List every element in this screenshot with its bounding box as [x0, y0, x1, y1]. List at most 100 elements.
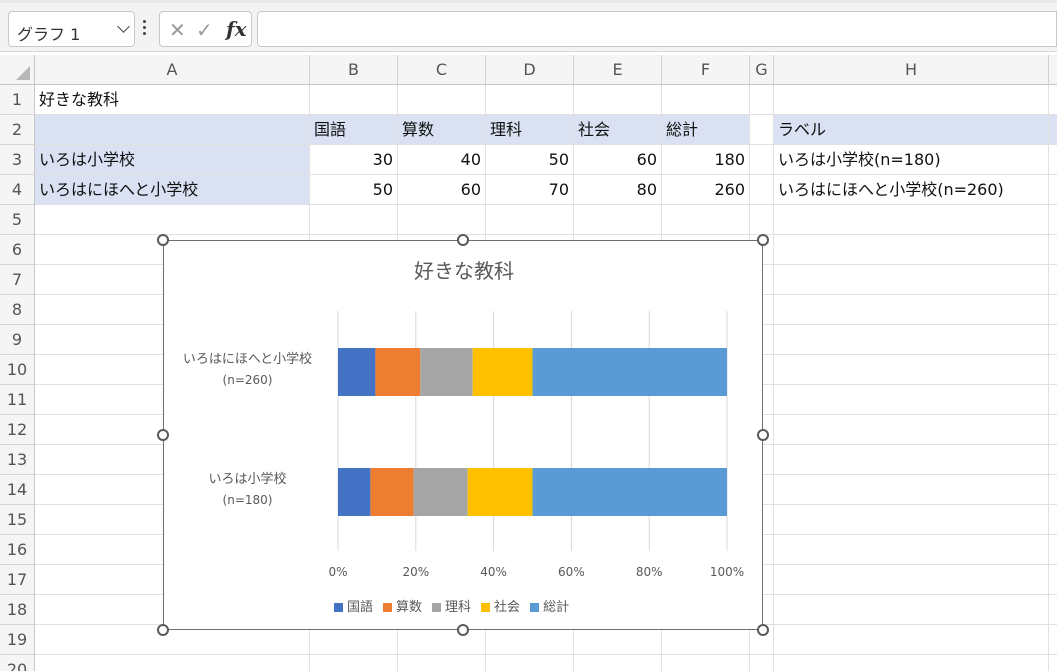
row-header[interactable]: 14: [0, 475, 35, 505]
y-tick-label[interactable]: いろはにほへと小学校 (n=260): [170, 350, 325, 390]
cell[interactable]: [35, 205, 310, 235]
row-header[interactable]: 11: [0, 385, 35, 415]
cell[interactable]: [774, 595, 1049, 625]
chevron-down-icon[interactable]: [117, 20, 130, 33]
cell[interactable]: [486, 85, 574, 115]
column-header[interactable]: [1049, 55, 1057, 85]
value-cell[interactable]: 70: [486, 175, 574, 205]
more-options-icon[interactable]: [143, 20, 149, 38]
row-header[interactable]: 5: [0, 205, 35, 235]
resize-handle[interactable]: [157, 429, 169, 441]
header-cell[interactable]: 国語: [310, 115, 398, 145]
cell[interactable]: [486, 205, 574, 235]
cell[interactable]: [1049, 415, 1057, 445]
cell[interactable]: [574, 85, 662, 115]
x-tick-label[interactable]: 60%: [551, 565, 591, 579]
cell[interactable]: [774, 265, 1049, 295]
value-cell[interactable]: 50: [486, 145, 574, 175]
cell[interactable]: [35, 655, 310, 671]
select-all-corner[interactable]: [0, 55, 35, 85]
row-header[interactable]: 9: [0, 325, 35, 355]
label-cell[interactable]: いろはにほへと小学校(n=260): [774, 175, 1049, 205]
resize-handle[interactable]: [757, 429, 769, 441]
header-cell[interactable]: 総計: [662, 115, 750, 145]
value-cell[interactable]: 50: [310, 175, 398, 205]
cell[interactable]: [774, 355, 1049, 385]
x-tick-label[interactable]: 100%: [707, 565, 747, 579]
row-header[interactable]: 7: [0, 265, 35, 295]
cell[interactable]: [1049, 475, 1057, 505]
legend-item[interactable]: 算数: [383, 596, 422, 615]
header-cell-label[interactable]: ラベル: [774, 115, 1049, 145]
row-header[interactable]: 4: [0, 175, 35, 205]
header-cell[interactable]: 理科: [486, 115, 574, 145]
cell[interactable]: [774, 445, 1049, 475]
cell[interactable]: [310, 655, 398, 671]
cell[interactable]: [1049, 145, 1057, 175]
cell[interactable]: [662, 205, 750, 235]
row-header[interactable]: 15: [0, 505, 35, 535]
cell[interactable]: [774, 415, 1049, 445]
cell[interactable]: [1049, 445, 1057, 475]
cell[interactable]: [774, 235, 1049, 265]
cell[interactable]: [750, 145, 774, 175]
x-tick-label[interactable]: 20%: [396, 565, 436, 579]
cell[interactable]: [1049, 325, 1057, 355]
resize-handle[interactable]: [757, 234, 769, 246]
row-header[interactable]: 17: [0, 565, 35, 595]
header-cell[interactable]: 社会: [574, 115, 662, 145]
row-header[interactable]: 19: [0, 625, 35, 655]
cell[interactable]: [1049, 295, 1057, 325]
row-header[interactable]: 1: [0, 85, 35, 115]
row-header[interactable]: 16: [0, 535, 35, 565]
cell[interactable]: [774, 205, 1049, 235]
insert-function-icon[interactable]: fx: [226, 17, 247, 41]
column-header[interactable]: H: [774, 55, 1049, 85]
cell[interactable]: [774, 325, 1049, 355]
cell[interactable]: [1049, 385, 1057, 415]
enter-icon[interactable]: ✓: [196, 18, 213, 42]
x-tick-label[interactable]: 40%: [474, 565, 514, 579]
school-name-cell[interactable]: いろはにほへと小学校: [35, 175, 310, 205]
chart-legend[interactable]: 国語 算数 理科 社会 総計: [334, 596, 579, 615]
value-cell[interactable]: 260: [662, 175, 750, 205]
cell[interactable]: [310, 205, 398, 235]
row-header[interactable]: 18: [0, 595, 35, 625]
x-tick-label[interactable]: 0%: [318, 565, 358, 579]
row-header[interactable]: 12: [0, 415, 35, 445]
cell[interactable]: [1049, 85, 1057, 115]
value-cell[interactable]: 40: [398, 145, 486, 175]
row-header[interactable]: 2: [0, 115, 35, 145]
resize-handle[interactable]: [157, 624, 169, 636]
cell[interactable]: [398, 205, 486, 235]
value-cell[interactable]: 80: [574, 175, 662, 205]
legend-item[interactable]: 理科: [432, 596, 471, 615]
legend-item[interactable]: 総計: [530, 596, 569, 615]
formula-input[interactable]: [257, 11, 1057, 47]
school-name-cell[interactable]: いろは小学校: [35, 145, 310, 175]
legend-item[interactable]: 社会: [481, 596, 520, 615]
cell[interactable]: [750, 175, 774, 205]
column-header[interactable]: C: [398, 55, 486, 85]
cell[interactable]: [486, 655, 574, 671]
cancel-icon[interactable]: ✕: [169, 18, 186, 42]
cell[interactable]: [398, 85, 486, 115]
cell[interactable]: [750, 205, 774, 235]
chart[interactable]: 好きな教科 いろはにほへと小学校 (n=260) いろは小学校 (n=180) 0% 2…: [163, 240, 763, 630]
cell[interactable]: [774, 505, 1049, 535]
column-header[interactable]: A: [35, 55, 310, 85]
value-cell[interactable]: 60: [574, 145, 662, 175]
cell[interactable]: [1049, 235, 1057, 265]
column-header[interactable]: F: [662, 55, 750, 85]
cell[interactable]: [1049, 565, 1057, 595]
value-cell[interactable]: 30: [310, 145, 398, 175]
cell[interactable]: [774, 655, 1049, 671]
column-header[interactable]: B: [310, 55, 398, 85]
resize-handle[interactable]: [457, 234, 469, 246]
cell[interactable]: [1049, 115, 1057, 145]
cell[interactable]: [774, 535, 1049, 565]
row-header[interactable]: 20: [0, 655, 35, 671]
cell[interactable]: [1049, 205, 1057, 235]
y-tick-label[interactable]: いろは小学校 (n=180): [170, 470, 325, 510]
column-header[interactable]: E: [574, 55, 662, 85]
